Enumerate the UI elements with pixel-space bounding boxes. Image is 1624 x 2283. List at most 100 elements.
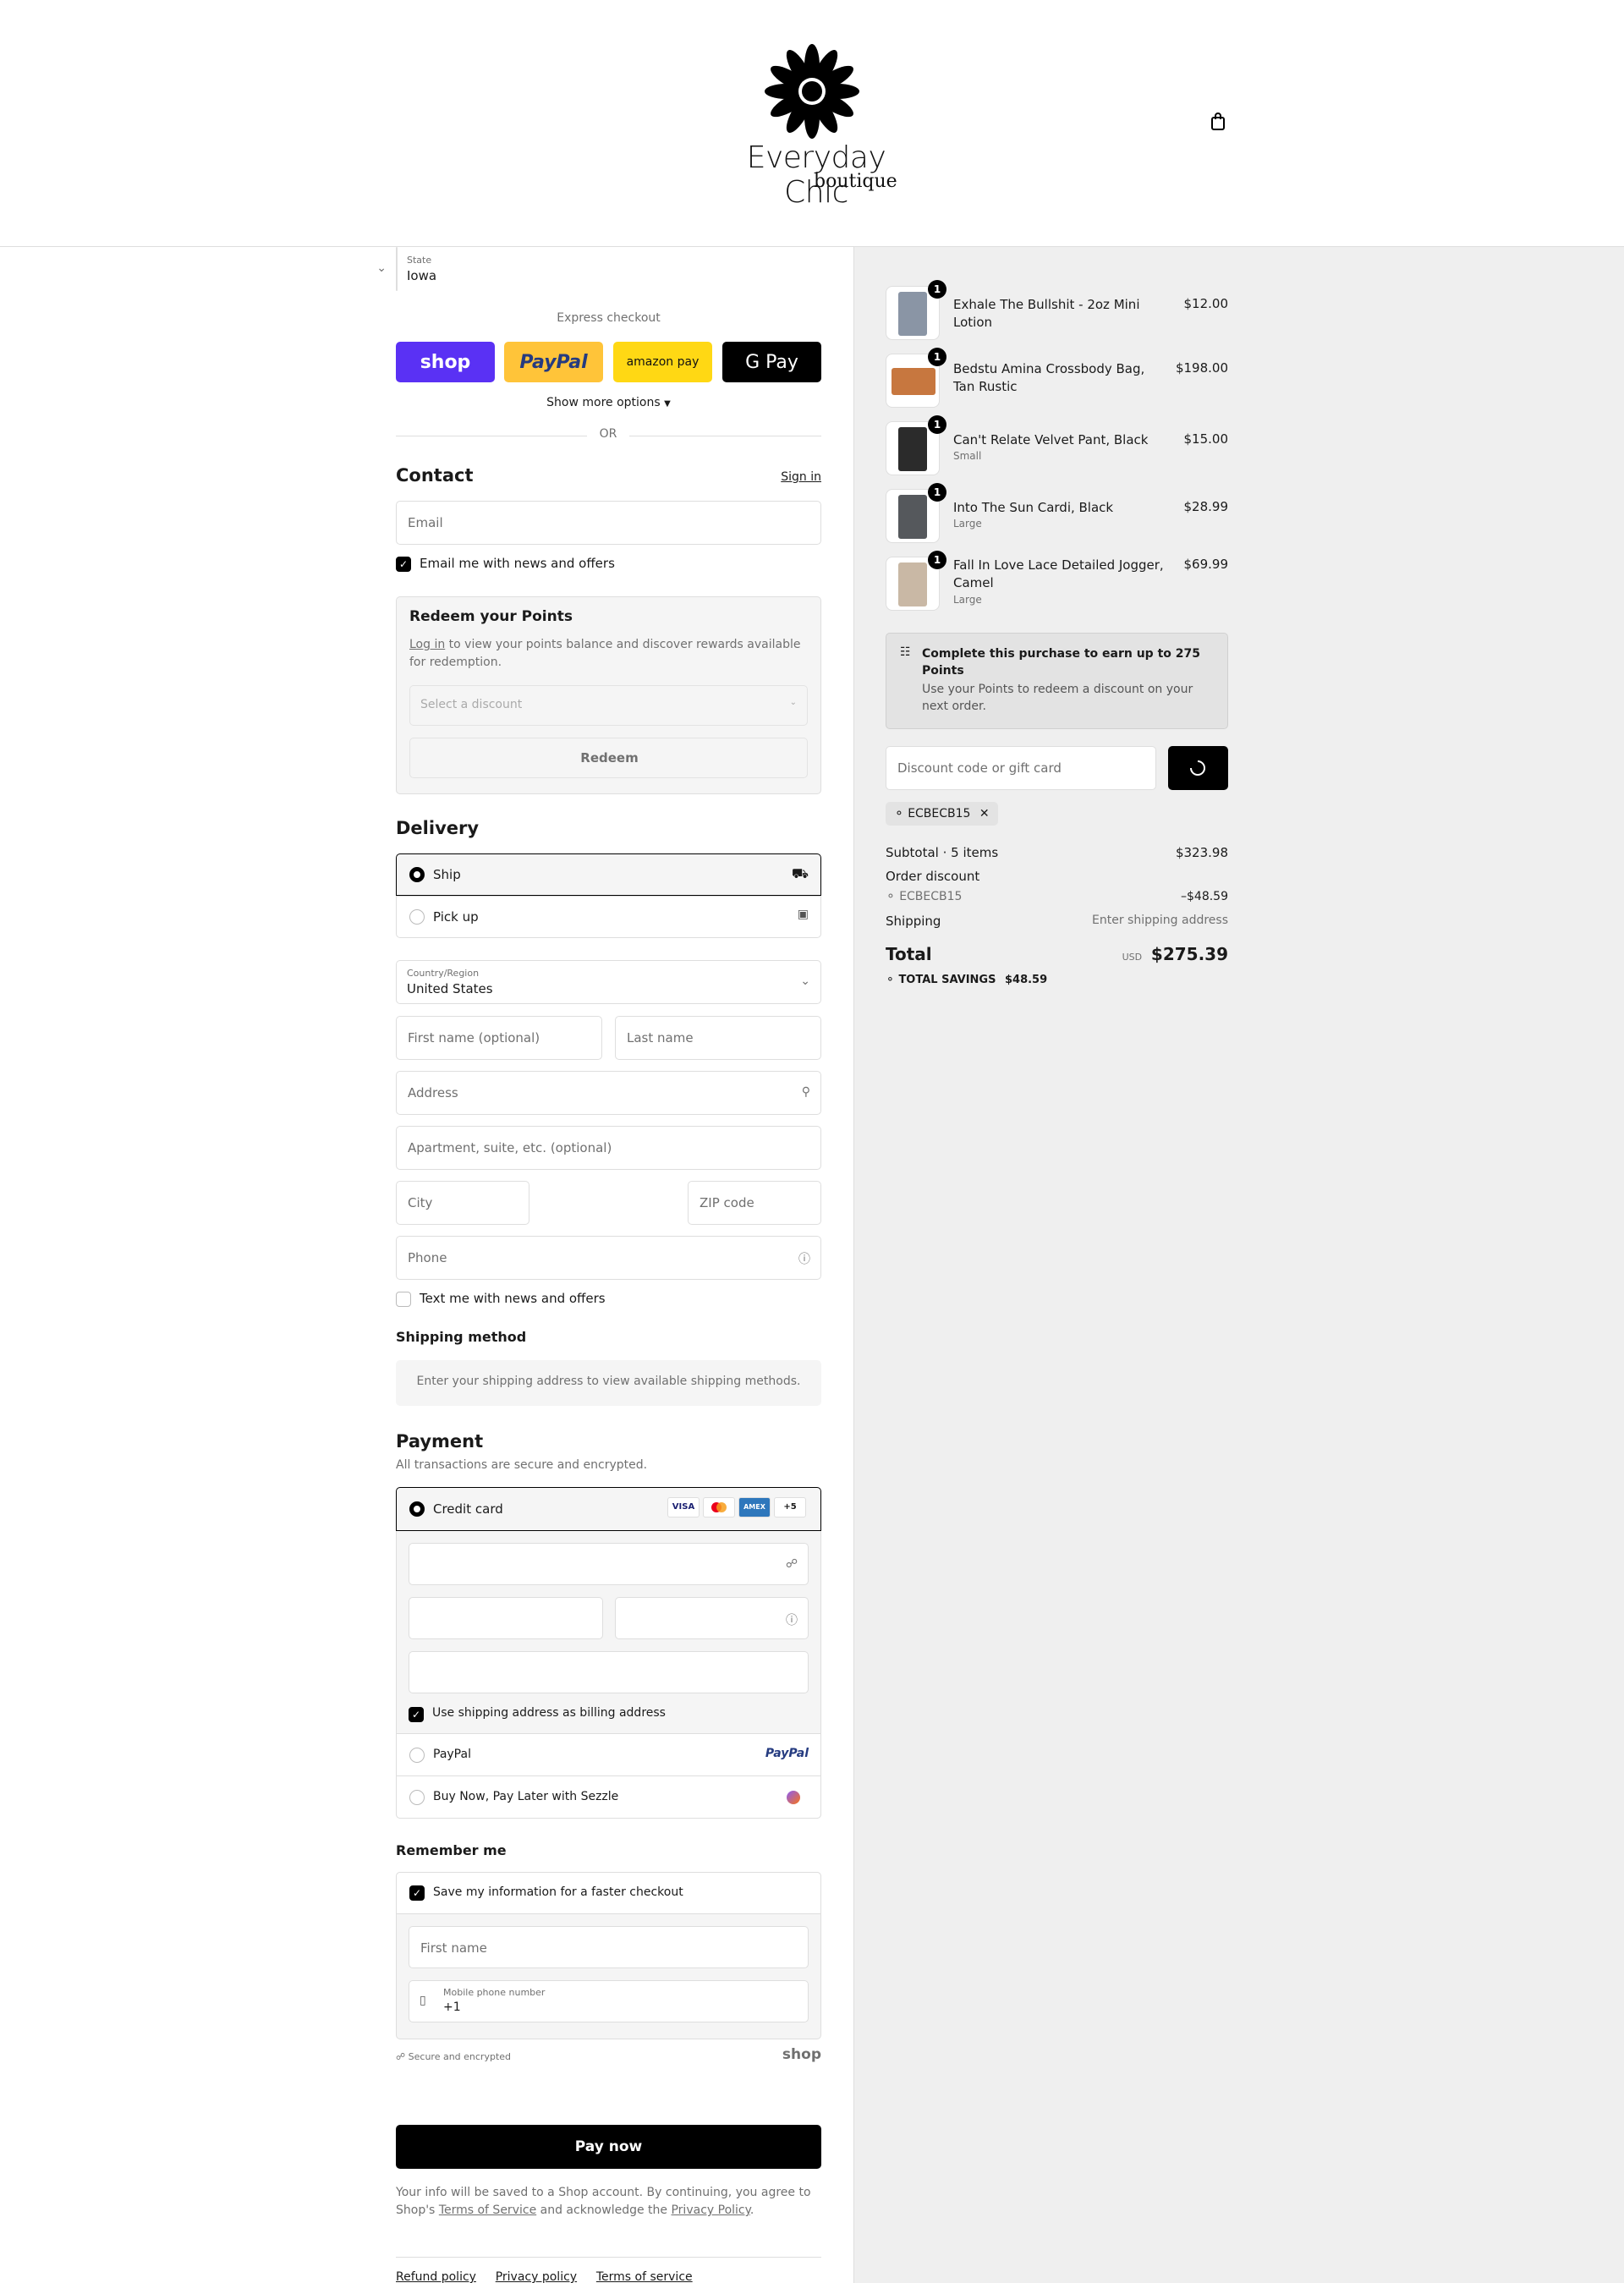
pickup-radio[interactable] (409, 909, 425, 925)
sezzle-icon (787, 1791, 800, 1804)
product-photo (898, 427, 927, 471)
search-icon: ⚲ (801, 1085, 810, 1099)
credit-card-option[interactable]: Credit card VISA AMEX +5 (396, 1487, 821, 1531)
apply-discount-button[interactable] (1168, 746, 1228, 790)
state-select[interactable]: State Iowa ⌄ (376, 247, 436, 291)
order-discount-label: Order discount (886, 869, 980, 884)
item-variant: Large (953, 594, 982, 606)
legal-suffix: . (749, 2203, 754, 2217)
brand-logo[interactable]: Everyday Chic boutique (719, 42, 922, 210)
shop-pay-button[interactable]: shop (396, 342, 495, 382)
save-info-checkbox[interactable]: ✓ (409, 1885, 425, 1901)
or-label: OR (587, 427, 629, 441)
legal-text: Your info will be saved to a Shop accoun… (396, 2184, 821, 2220)
contact-title: Contact (396, 465, 474, 486)
item-name: Bedstu Amina Crossbody Bag, Tan Rustic (953, 361, 1145, 394)
newsletter-checkbox[interactable]: ✓ (396, 557, 411, 572)
apartment-field[interactable]: Apartment, suite, etc. (optional) (396, 1126, 821, 1170)
email-placeholder: Email (408, 515, 443, 530)
refund-policy-link[interactable]: Refund policy (396, 2270, 476, 2283)
state-label: State (407, 255, 432, 266)
quantity-badge: 1 (928, 551, 946, 569)
total-row: Total USD $275.39 (886, 944, 1228, 969)
credit-card-radio[interactable] (409, 1501, 425, 1517)
ship-option[interactable]: Ship ⛟ (396, 853, 821, 896)
quantity-badge: 1 (928, 280, 946, 299)
google-pay-button[interactable]: G Pay (722, 342, 821, 382)
terms-of-service-footer-link[interactable]: Terms of service (596, 2270, 693, 2283)
select-discount-placeholder: Select a discount (420, 698, 523, 711)
chevron-down-icon: ⌄ (789, 698, 797, 707)
sms-checkbox[interactable] (396, 1292, 411, 1307)
expiration-date-field[interactable] (409, 1597, 603, 1639)
terms-of-service-link[interactable]: Terms of Service (439, 2203, 536, 2217)
mobile-phone-field[interactable]: ▯ Mobile phone number +1 (409, 1980, 809, 2022)
email-field[interactable]: Email (396, 501, 821, 545)
truck-icon: ⛟ (791, 865, 809, 881)
payment-subtitle: All transactions are secure and encrypte… (396, 1458, 648, 1472)
paypal-logo: PayPal (765, 1747, 809, 1760)
tag-icon: ⚬ (894, 807, 904, 820)
paypal-button[interactable]: PayPal (504, 342, 603, 382)
paypal-label: PayPal (433, 1748, 471, 1761)
cart-button[interactable] (1210, 112, 1226, 132)
help-icon[interactable]: ⓘ (798, 1250, 810, 1267)
header: Everyday Chic boutique (0, 0, 1624, 247)
country-label: Country/Region (407, 968, 480, 979)
footer-divider (396, 2257, 821, 2258)
cart-item: 1 Exhale The Bullshit - 2oz Mini Lotion … (886, 280, 1228, 340)
paypal-option[interactable]: PayPal PayPal (396, 1733, 821, 1776)
item-name: Exhale The Bullshit - 2oz Mini Lotion (953, 297, 1140, 330)
tag-icon: ⚬ (886, 890, 896, 903)
billing-same-checkbox[interactable]: ✓ (409, 1707, 424, 1722)
mastercard-icon (703, 1497, 735, 1517)
country-select[interactable]: Country/Region United States ⌄ (396, 960, 821, 1004)
address-field[interactable]: Address ⚲ (396, 1071, 821, 1115)
last-name-field[interactable]: Last name (615, 1016, 821, 1060)
phone-field[interactable]: Phone ⓘ (396, 1236, 821, 1280)
points-login-link[interactable]: Log in (409, 638, 445, 651)
ship-radio[interactable] (409, 867, 425, 882)
show-more-options-link[interactable]: Show more options ▼ (396, 396, 821, 409)
footer-links: Refund policy Privacy policy Terms of se… (396, 2269, 708, 2283)
discount-code-field[interactable]: Discount code or gift card (886, 746, 1156, 790)
card-number-field[interactable]: ☍ (409, 1543, 809, 1585)
remember-first-name-field[interactable]: First name (409, 1926, 809, 1968)
amazon-pay-button[interactable]: amazon pay (613, 342, 712, 382)
redeem-button[interactable]: Redeem (409, 738, 808, 778)
payment-title: Payment (396, 1431, 484, 1452)
select-discount-dropdown[interactable]: Select a discount ⌄ (409, 685, 808, 726)
subtotal-row: Subtotal · 5 items $323.98 (886, 845, 1228, 860)
name-on-card-field[interactable] (409, 1651, 809, 1693)
discount-tag: ⚬ ECBECB15 ✕ (886, 802, 998, 826)
pickup-option[interactable]: Pick up ▣ (396, 896, 821, 938)
pay-now-button[interactable]: Pay now (396, 2125, 821, 2169)
privacy-policy-footer-link[interactable]: Privacy policy (496, 2270, 577, 2283)
earn-points-title: Complete this purchase to earn up to 275… (922, 647, 1200, 678)
first-name-field[interactable]: First name (optional) (396, 1016, 602, 1060)
city-field[interactable]: City (396, 1181, 529, 1225)
remove-discount-icon[interactable]: ✕ (979, 807, 990, 820)
sezzle-radio[interactable] (409, 1790, 425, 1805)
total-savings-row: ⚬ TOTAL SAVINGS $48.59 (886, 974, 1228, 986)
discount-code-label: ECBECB15 (899, 890, 963, 903)
sms-label: Text me with news and offers (420, 1291, 606, 1306)
zip-field[interactable]: ZIP code (688, 1181, 821, 1225)
help-icon[interactable]: ⓘ (786, 1611, 798, 1628)
paypal-radio[interactable] (409, 1748, 425, 1763)
secure-encrypted: ☍ Secure and encrypted (396, 2051, 511, 2062)
savings-value: $48.59 (1004, 974, 1048, 986)
sezzle-label: Buy Now, Pay Later with Sezzle (433, 1790, 619, 1803)
discount-value: –$48.59 (1181, 890, 1228, 903)
sezzle-option[interactable]: Buy Now, Pay Later with Sezzle (396, 1775, 821, 1819)
gift-icon: ☷ (900, 645, 911, 659)
flower-logo-icon (765, 44, 859, 139)
item-price: $28.99 (1183, 499, 1229, 514)
chevron-down-icon: ⌄ (800, 974, 810, 988)
privacy-policy-link[interactable]: Privacy Policy (671, 2203, 749, 2217)
country-value: United States (407, 981, 493, 996)
save-info-row[interactable]: ✓ Save my information for a faster check… (396, 1872, 821, 1914)
security-code-field[interactable]: ⓘ (615, 1597, 809, 1639)
apartment-placeholder: Apartment, suite, etc. (optional) (408, 1140, 612, 1155)
sign-in-link[interactable]: Sign in (781, 470, 821, 484)
